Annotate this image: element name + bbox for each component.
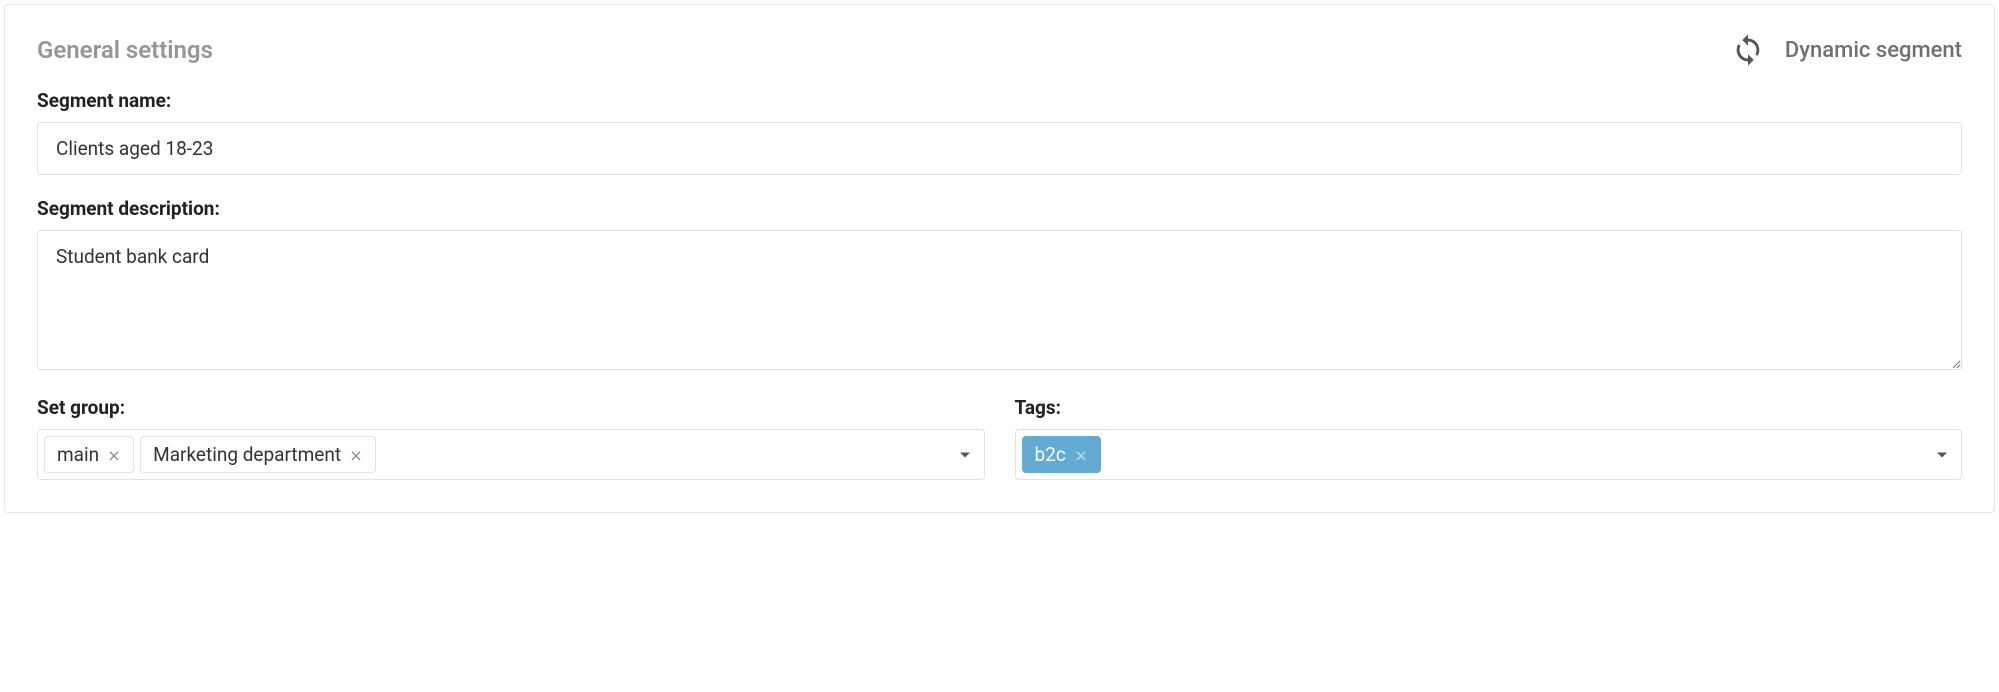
panel-title: General settings xyxy=(37,36,213,64)
segment-description-group: Segment description: xyxy=(37,197,1962,374)
chevron-down-icon xyxy=(1937,452,1947,457)
set-group-label: Set group: xyxy=(37,396,985,419)
chip-label: b2c xyxy=(1035,443,1066,466)
chip-label: main xyxy=(57,443,99,466)
remove-icon[interactable] xyxy=(1074,448,1088,462)
segment-description-label: Segment description: xyxy=(37,197,1962,220)
sync-icon xyxy=(1731,33,1765,67)
panel-header: General settings Dynamic segment xyxy=(37,33,1962,67)
segment-name-label: Segment name: xyxy=(37,89,1962,112)
tags-label: Tags: xyxy=(1015,396,1963,419)
general-settings-panel: General settings Dynamic segment Segment… xyxy=(4,4,1995,513)
chip-label: Marketing department xyxy=(153,443,341,466)
remove-icon[interactable] xyxy=(349,448,363,462)
set-group-select[interactable]: main Marketing department xyxy=(37,429,985,480)
chevron-down-icon xyxy=(960,452,970,457)
set-group-col: Set group: main Marketing department xyxy=(37,396,985,480)
tag-chip-b2c: b2c xyxy=(1022,436,1101,473)
segment-description-input[interactable] xyxy=(37,230,1962,370)
segment-type-label: Dynamic segment xyxy=(1785,38,1962,63)
group-tags-row: Set group: main Marketing department xyxy=(37,396,1962,480)
group-chip-main: main xyxy=(44,436,134,473)
segment-name-group: Segment name: xyxy=(37,89,1962,175)
remove-icon[interactable] xyxy=(107,448,121,462)
segment-name-input[interactable] xyxy=(37,122,1962,175)
group-chip-marketing-department: Marketing department xyxy=(140,436,376,473)
tags-col: Tags: b2c xyxy=(1015,396,1963,480)
tags-select[interactable]: b2c xyxy=(1015,429,1963,480)
segment-type-indicator: Dynamic segment xyxy=(1731,33,1962,67)
